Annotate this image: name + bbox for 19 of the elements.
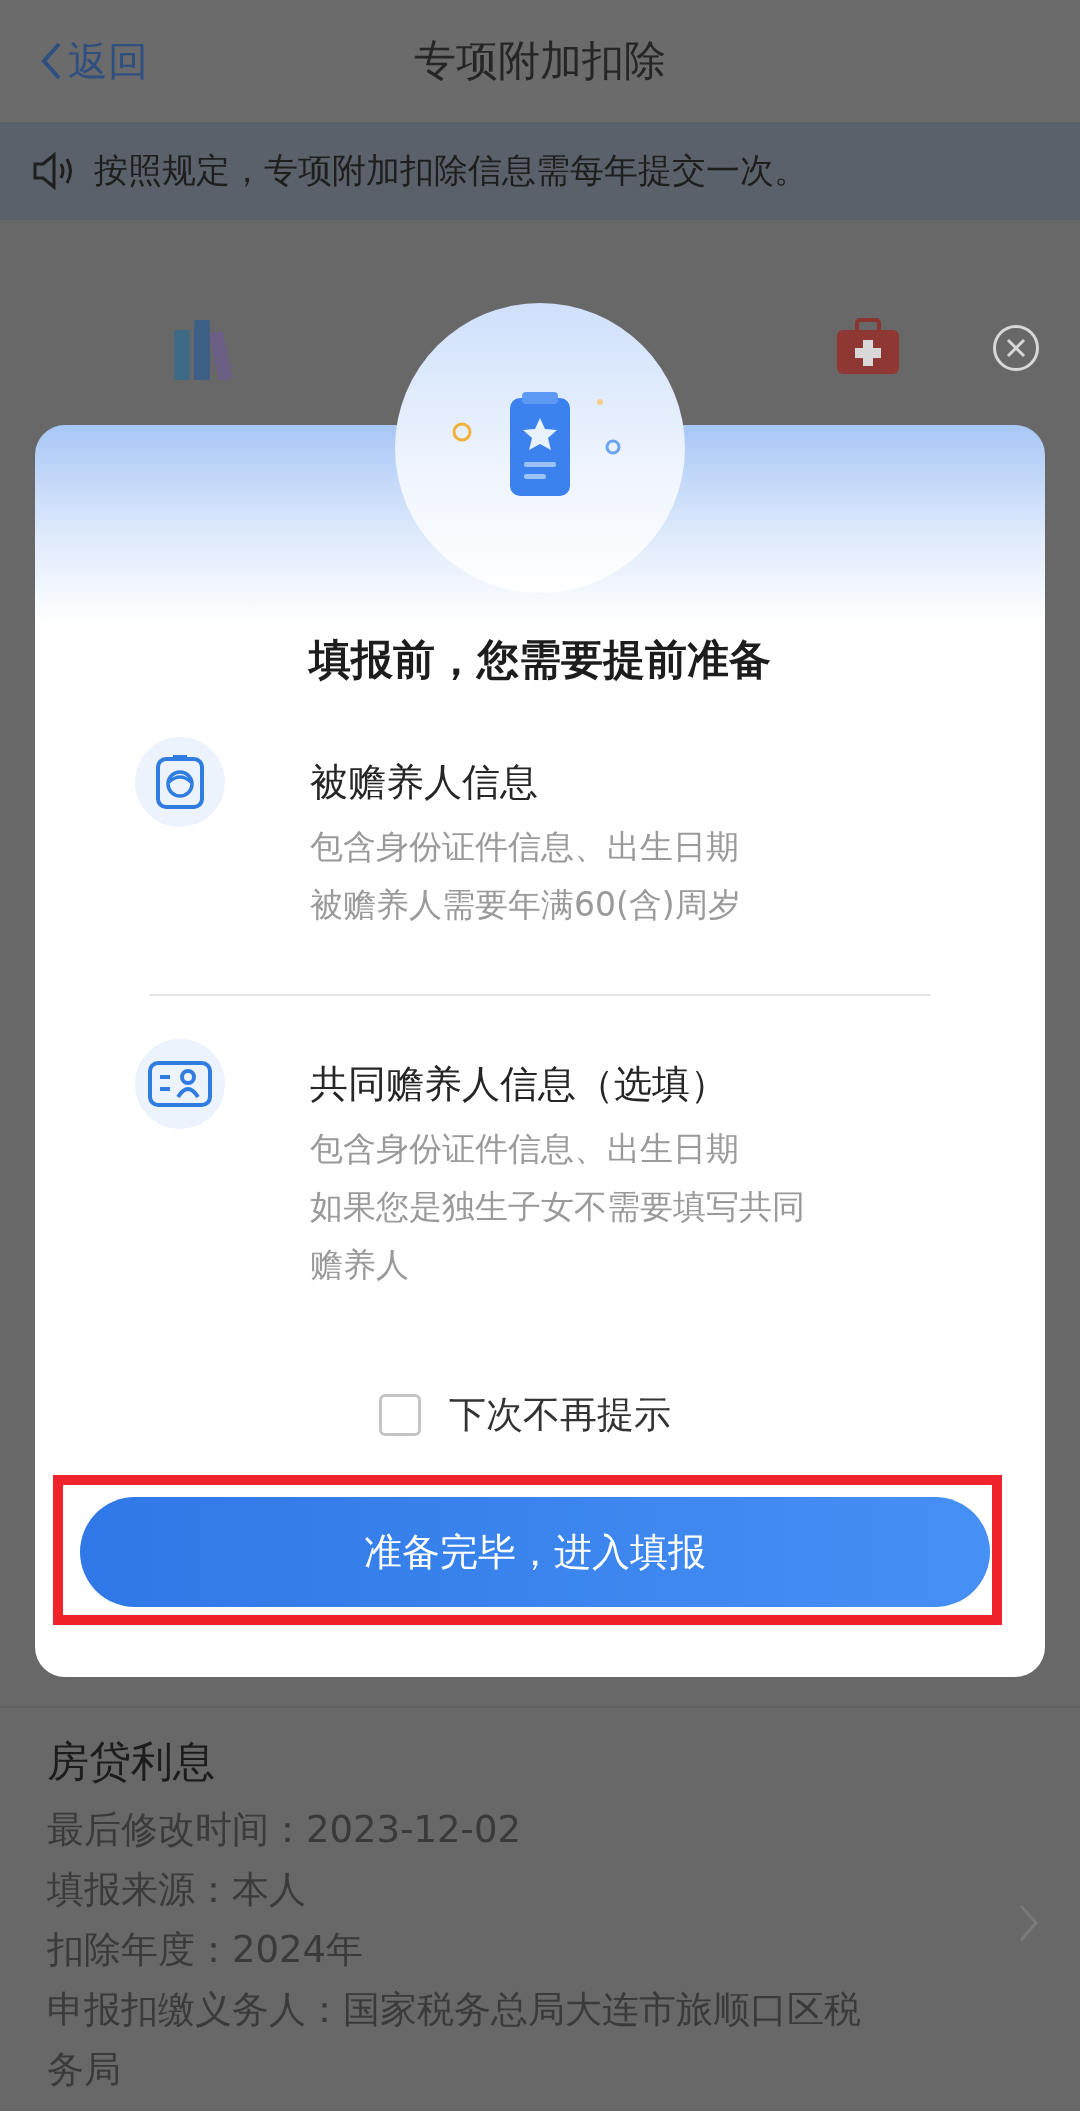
checkbox[interactable] — [379, 1394, 421, 1436]
item-description: 被赡养人需要年满60(含)周岁 — [310, 884, 742, 926]
notice-text: 按照规定，专项附加扣除信息需每年提交一次。 — [94, 149, 808, 192]
checkbox-label: 下次不再提示 — [449, 1392, 671, 1438]
id-badge-icon — [155, 754, 205, 810]
medical-kit-icon — [835, 318, 901, 376]
id-card-icon — [148, 1061, 212, 1107]
close-button[interactable] — [993, 325, 1039, 371]
item-description: 如果您是独生子女不需要填写共同赡养人 — [310, 1186, 806, 1286]
confirm-button[interactable]: 准备完毕，进入填报 — [80, 1497, 990, 1607]
close-icon — [1005, 337, 1027, 359]
page-title: 专项附加扣除 — [413, 35, 667, 87]
item-title: 共同赡养人信息（选填） — [310, 1061, 729, 1108]
item-title: 被赡养人信息 — [310, 759, 539, 806]
item-description: 包含身份证件信息、出生日期 — [310, 826, 740, 868]
dialog-title: 填报前，您需要提前准备 — [307, 634, 772, 686]
record-title: 房贷利息 — [47, 1736, 216, 1788]
item-description: 包含身份证件信息、出生日期 — [310, 1128, 740, 1170]
chevron-left-icon — [40, 41, 62, 81]
